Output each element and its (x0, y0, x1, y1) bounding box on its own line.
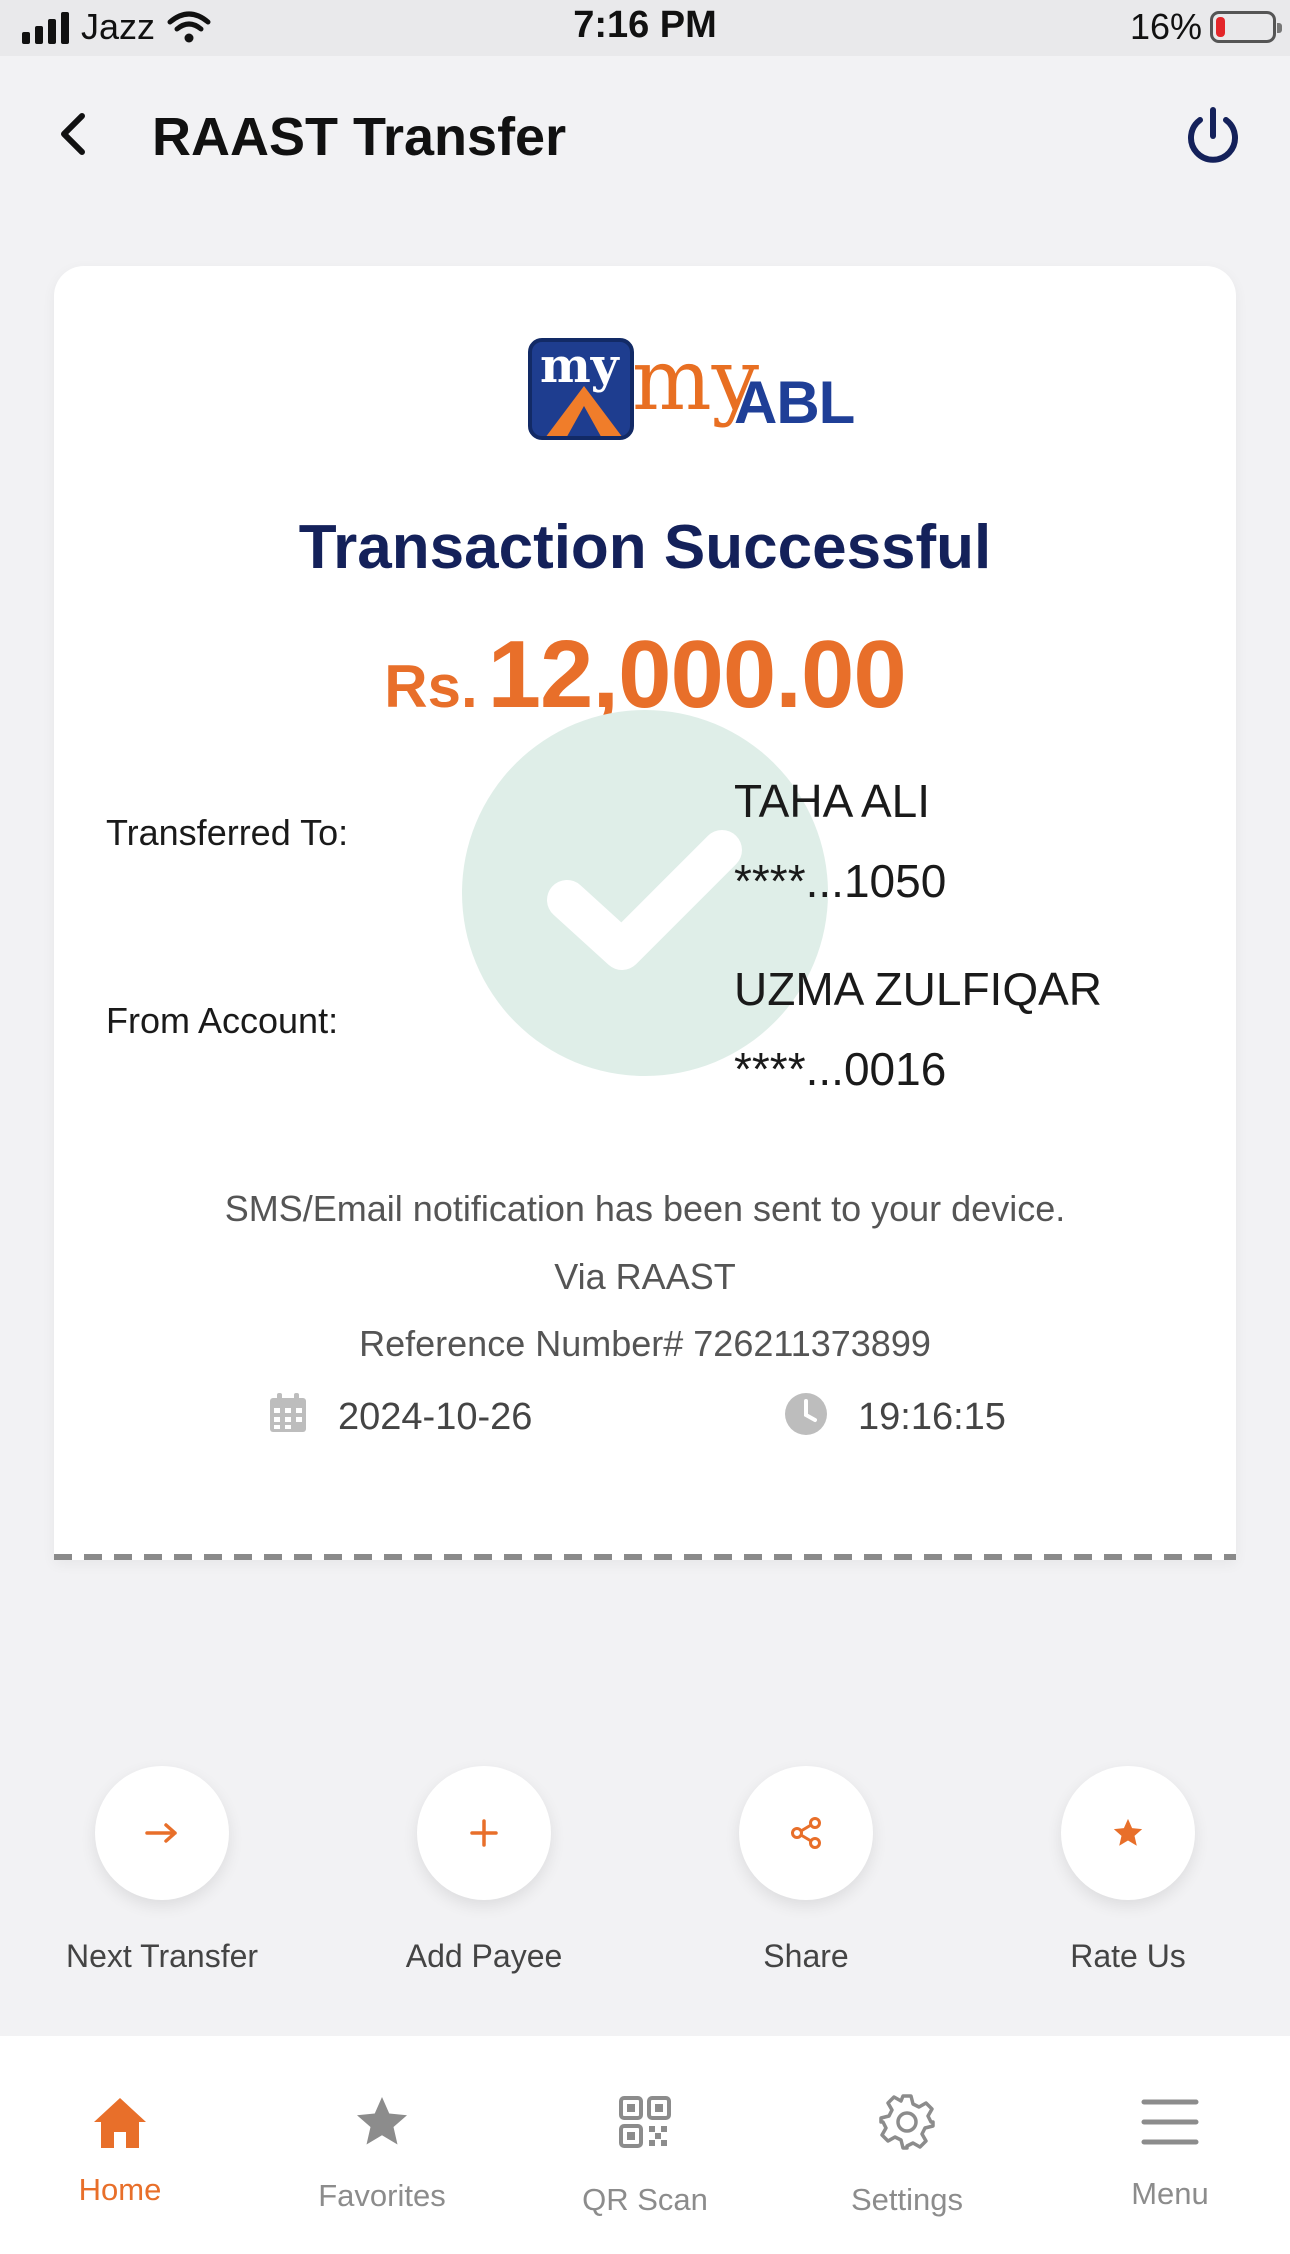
from-account-label: From Account: (106, 1000, 339, 1041)
nav-home[interactable]: Home (10, 2036, 230, 2254)
gear-icon (879, 2094, 935, 2150)
rate-us-label: Rate Us (1070, 1938, 1186, 1974)
clock-icon (785, 1393, 827, 1435)
nav-settings-label: Settings (850, 2182, 963, 2217)
battery-level (1216, 17, 1225, 37)
transaction-status: Transaction Successful (298, 513, 992, 582)
receipt-tear-line (54, 1554, 1236, 1560)
sender-name: UZMA ZULFIQAR (734, 963, 1103, 1015)
star-icon (357, 2097, 407, 2145)
page-title: RAAST Transfer (152, 107, 567, 167)
next-transfer-button[interactable]: Next Transfer (52, 1766, 272, 1975)
rate-us-circle[interactable] (1061, 1766, 1195, 1900)
transaction-time: 19:16:15 (858, 1396, 1006, 1438)
share-label: Share (763, 1938, 849, 1974)
nav-qr-scan-label: QR Scan (582, 2182, 708, 2217)
plus-icon (470, 1819, 498, 1847)
payee-account: ****...1050 (734, 855, 947, 907)
share-button[interactable]: Share (696, 1766, 916, 1975)
nav-qr-scan[interactable]: QR Scan (535, 2036, 755, 2254)
sender-account: ****...0016 (734, 1043, 947, 1095)
nav-menu[interactable]: Menu (1060, 2036, 1280, 2254)
receipt-card: my my ABL Transaction Successful Rs. 12,0… (54, 266, 1236, 1560)
next-transfer-circle[interactable] (95, 1766, 229, 1900)
next-transfer-label: Next Transfer (65, 1938, 259, 1974)
add-payee-button[interactable]: Add Payee (374, 1766, 594, 1975)
nav-favorites[interactable]: Favorites (272, 2036, 492, 2254)
nav-home-label: Home (78, 2172, 162, 2207)
payee-name: TAHA ALI (734, 775, 931, 827)
app-header: RAAST Transfer (0, 56, 1290, 226)
power-icon[interactable] (1180, 102, 1246, 168)
battery-icon (1210, 11, 1282, 43)
share-circle[interactable] (739, 1766, 873, 1900)
notification-text: SMS/Email notification has been sent to … (224, 1188, 1066, 1229)
nav-menu-label: Menu (1131, 2176, 1209, 2211)
menu-icon (1141, 2099, 1199, 2145)
battery-percent: 16% (1129, 6, 1202, 47)
back-chevron-icon[interactable] (48, 104, 108, 164)
myabl-logo: my my ABL (472, 332, 892, 462)
nav-favorites-label: Favorites (318, 2178, 446, 2213)
bottom-nav: Home Favorites QR Scan Settings Menu (0, 2036, 1290, 2254)
star-icon (1113, 1818, 1143, 1846)
add-payee-label: Add Payee (405, 1938, 563, 1974)
reference-number: Reference Number# 726211373899 (359, 1323, 931, 1364)
add-payee-circle[interactable] (417, 1766, 551, 1900)
rate-us-button[interactable]: Rate Us (1018, 1766, 1238, 1975)
nav-settings[interactable]: Settings (797, 2036, 1017, 2254)
home-icon (94, 2098, 146, 2148)
transaction-date: 2024-10-26 (338, 1396, 533, 1438)
clock: 7:16 PM (573, 4, 717, 46)
status-right: 16% (1129, 6, 1282, 48)
calendar-icon (270, 1393, 306, 1432)
transferred-to-label: Transferred To: (106, 812, 349, 853)
logo-abl-text: ABL (734, 369, 855, 436)
status-bar: Jazz 7:16 PM 16% (0, 0, 1290, 56)
share-icon (791, 1817, 821, 1849)
logo-badge: my (528, 338, 634, 440)
arrow-right-icon (145, 1823, 177, 1843)
channel-text: Via RAAST (554, 1256, 736, 1297)
qr-icon (619, 2096, 671, 2148)
